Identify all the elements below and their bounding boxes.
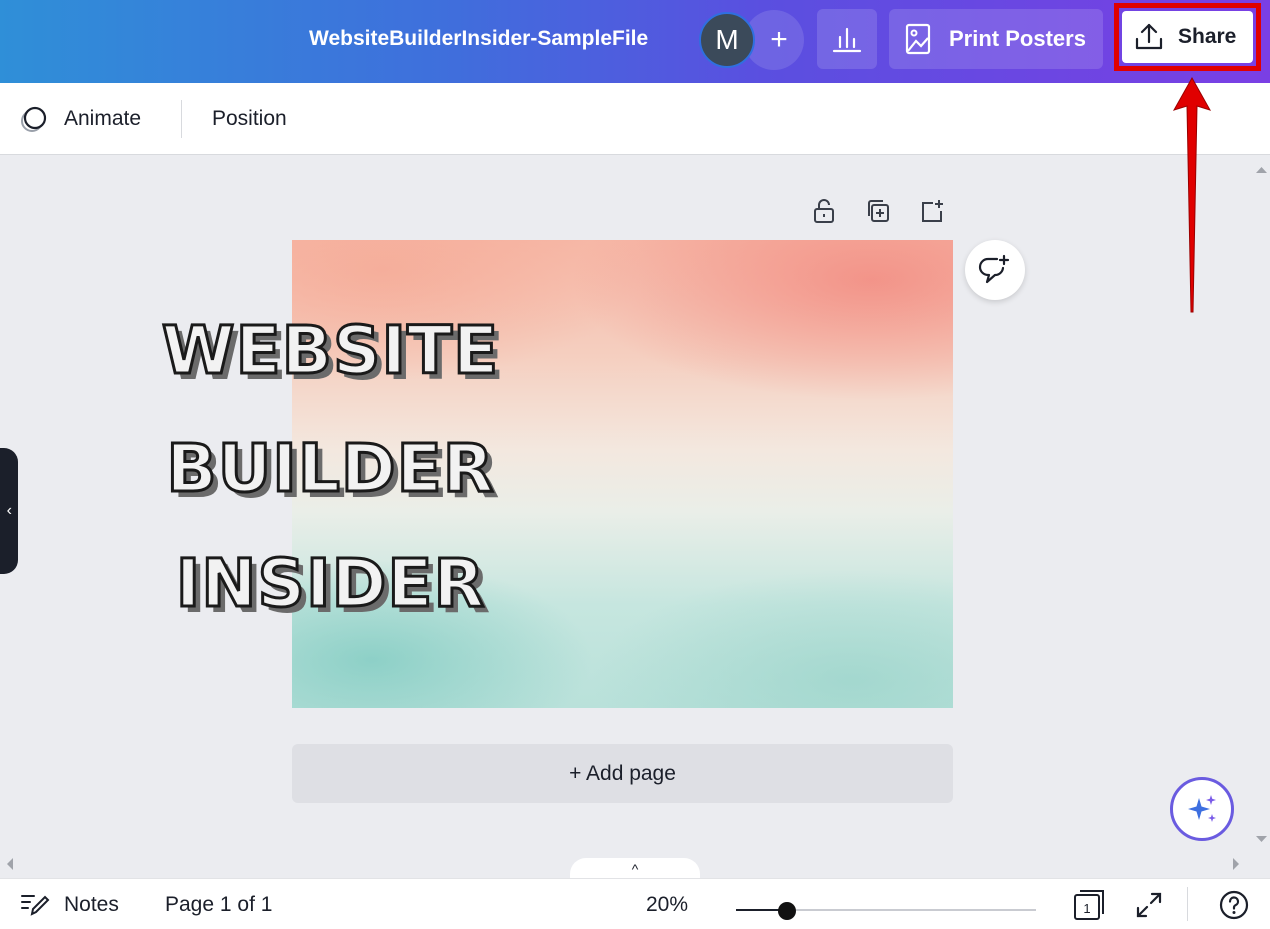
footer-divider xyxy=(1187,887,1188,921)
share-label: Share xyxy=(1178,25,1237,48)
poster-icon xyxy=(905,23,931,55)
animate-label: Animate xyxy=(64,107,142,130)
add-page-icon xyxy=(922,200,943,222)
zoom-slider[interactable] xyxy=(736,902,1036,920)
zoom-level[interactable]: 20% xyxy=(646,879,688,929)
animate-button[interactable]: Animate xyxy=(18,100,141,138)
add-page-above-button[interactable] xyxy=(917,196,947,226)
print-posters-button[interactable]: Print Posters xyxy=(889,9,1103,69)
print-posters-label: Print Posters xyxy=(949,26,1086,51)
scroll-up-icon[interactable] xyxy=(1253,162,1270,178)
help-button[interactable] xyxy=(1218,879,1250,929)
add-page-button[interactable]: + Add page xyxy=(292,744,953,803)
pages-icon: 1 xyxy=(1074,889,1104,920)
notes-pencil-icon xyxy=(21,894,50,916)
design-text-line[interactable]: BUILDER xyxy=(0,429,661,509)
magic-assistant-button[interactable] xyxy=(1170,777,1234,841)
document-title[interactable]: WebsiteBuilderInsider-SampleFile xyxy=(309,27,648,51)
help-icon xyxy=(1219,890,1249,919)
scroll-right-icon[interactable] xyxy=(1228,852,1244,876)
footer-bar: Notes Page 1 of 1 20% 1 xyxy=(0,878,1270,929)
lock-icon xyxy=(814,199,834,223)
page-indicator: Page 1 of 1 xyxy=(165,892,273,916)
bar-chart-icon xyxy=(832,27,862,53)
vertical-scrollbar[interactable] xyxy=(1253,156,1270,853)
animate-icon xyxy=(21,106,47,132)
insights-button[interactable] xyxy=(817,9,877,69)
duplicate-page-button[interactable] xyxy=(863,196,893,226)
annotation-arrow-icon xyxy=(1172,76,1212,313)
zoom-slider-handle[interactable] xyxy=(778,902,796,920)
share-highlight-box: Share xyxy=(1114,3,1261,71)
fullscreen-button[interactable] xyxy=(1134,879,1164,929)
share-button[interactable]: Share xyxy=(1122,11,1253,63)
lock-page-button[interactable] xyxy=(809,196,839,226)
comment-add-icon xyxy=(978,254,1010,284)
editor-toolbar: Animate Position xyxy=(0,83,1270,155)
design-text-line[interactable]: WEBSITE xyxy=(0,311,661,391)
design-text-line[interactable]: INSIDER xyxy=(0,544,661,624)
avatar[interactable]: M xyxy=(699,12,755,68)
pages-panel-toggle[interactable]: ^ xyxy=(570,858,700,880)
sparkle-icon xyxy=(1188,795,1216,822)
side-panel-toggle[interactable]: ‹ xyxy=(0,448,18,574)
page-count: 1 xyxy=(1083,901,1090,916)
position-button[interactable]: Position xyxy=(212,100,287,138)
upload-icon xyxy=(1135,23,1163,50)
toolbar-divider xyxy=(181,100,182,138)
notes-label: Notes xyxy=(64,892,119,916)
notes-button[interactable]: Notes xyxy=(20,879,119,929)
scroll-left-icon[interactable] xyxy=(2,852,18,876)
top-bar: WebsiteBuilderInsider-SampleFile + M Pri… xyxy=(0,0,1270,83)
scroll-down-icon[interactable] xyxy=(1253,831,1270,847)
add-comment-button[interactable] xyxy=(965,240,1025,300)
expand-icon xyxy=(1136,892,1162,917)
page-grid-button[interactable]: 1 xyxy=(1072,879,1106,929)
duplicate-icon xyxy=(868,200,889,222)
